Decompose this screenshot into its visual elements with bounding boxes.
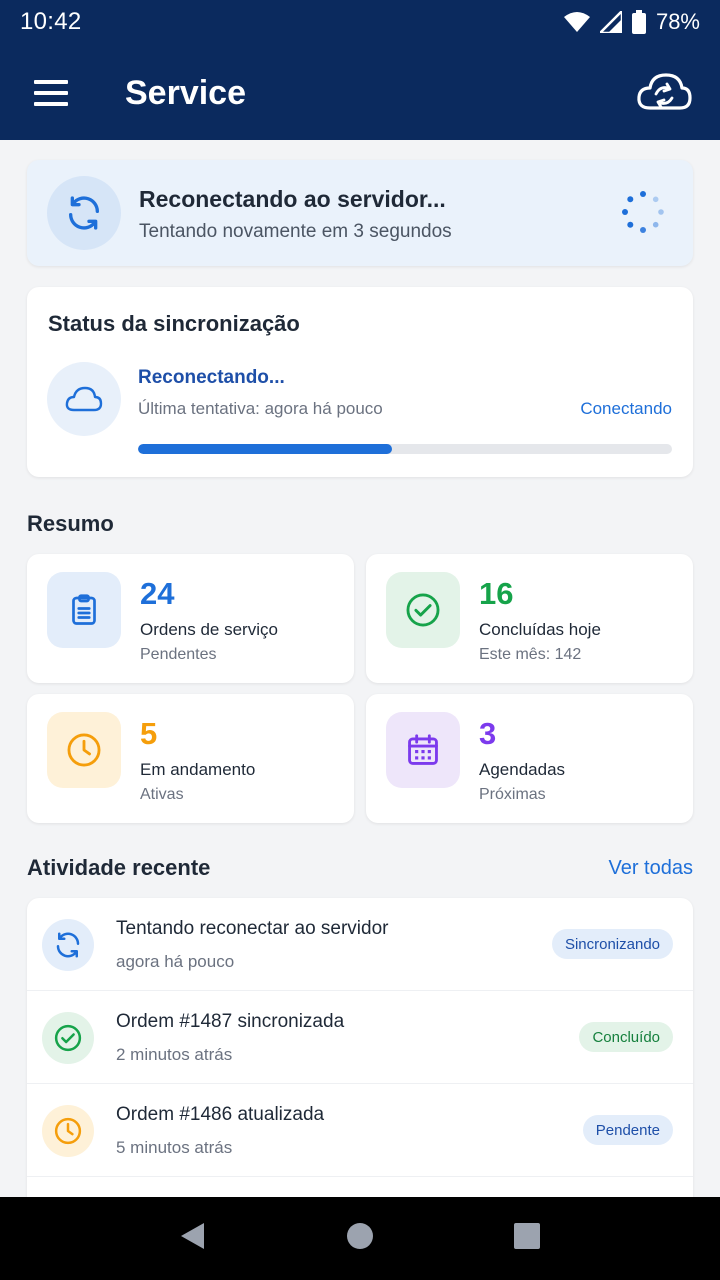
cell-signal-icon (599, 11, 622, 33)
nav-home-button[interactable] (346, 1222, 374, 1255)
app-bar: Service (0, 44, 720, 140)
see-all-link[interactable]: Ver todas (608, 857, 693, 880)
wifi-icon (563, 12, 590, 32)
page-title: Service (125, 74, 246, 112)
stat-icon-box (386, 572, 460, 648)
status-badge: Pendente (582, 1115, 673, 1145)
status-icons: 78% (563, 9, 700, 35)
battery-icon (631, 10, 646, 34)
stat-icon-box (47, 712, 121, 788)
back-triangle-icon (181, 1223, 205, 1249)
recents-square-icon (513, 1223, 540, 1249)
connection-status: Conectando (580, 399, 672, 418)
activity-time: agora há pouco (116, 952, 235, 971)
banner-title: Reconectando ao servidor... (139, 186, 446, 212)
banner-subtitle: Tentando novamente em 3 segundos (139, 221, 452, 242)
loading-spinner-icon (622, 191, 664, 233)
stat-value: 24 (140, 576, 175, 611)
stat-card-in-progress[interactable]: 5 Em andamento Ativas (27, 694, 354, 823)
stat-sub: Este mês: 142 (479, 646, 582, 663)
activity-list: Tentando reconectar ao servidor agora há… (27, 898, 693, 1197)
system-nav-bar (0, 1197, 720, 1280)
refresh-icon (69, 196, 100, 230)
stat-sub: Próximas (479, 786, 546, 803)
banner-icon-circle (47, 176, 121, 250)
stat-card-orders[interactable]: 24 Ordens de serviço Pendentes (27, 554, 354, 683)
hamburger-menu-icon (34, 80, 68, 106)
activity-icon-circle (42, 1105, 94, 1157)
stat-icon-box (47, 572, 121, 648)
clock-icon (54, 1117, 82, 1145)
activity-icon-circle (42, 919, 94, 971)
cloud-sync-button[interactable] (636, 70, 692, 114)
sync-icon-circle (47, 362, 121, 436)
stat-label: Agendadas (479, 760, 566, 779)
sync-progress-fill (138, 444, 392, 454)
stat-card-completed[interactable]: 16 Concluídas hoje Este mês: 142 (366, 554, 693, 683)
activity-title: Ordem #1486 atualizada (116, 1104, 325, 1125)
status-bar: 10:42 78% (0, 0, 720, 44)
home-circle-icon (346, 1223, 373, 1249)
stat-sub: Pendentes (140, 646, 217, 663)
summary-heading: Resumo (27, 511, 114, 536)
stat-sub: Ativas (140, 786, 184, 803)
sync-progress-bar (138, 444, 672, 454)
stat-label: Ordens de serviço (140, 620, 278, 639)
status-badge: Concluído (579, 1022, 673, 1052)
stat-value: 5 (140, 716, 158, 751)
clock-icon (67, 733, 101, 767)
cloud-icon (65, 386, 103, 412)
status-time: 10:42 (20, 8, 82, 35)
check-circle-icon (406, 593, 440, 627)
stat-label: Concluídas hoje (479, 620, 601, 639)
menu-button[interactable] (30, 76, 70, 110)
cloud-sync-icon (637, 73, 692, 110)
activity-icon-circle (42, 1012, 94, 1064)
activity-title: Ordem #1487 sincronizada (116, 1011, 345, 1032)
activity-time: 5 minutos atrás (116, 1138, 233, 1157)
activity-title: Tentando reconectar ao servidor (116, 918, 389, 939)
main-content[interactable]: Reconectando ao servidor... Tentando nov… (0, 140, 720, 1197)
activity-item[interactable]: Ordem #1486 atualizada 5 minutos atrás P… (27, 1084, 693, 1177)
sync-status-heading: Status da sincronização (48, 311, 300, 336)
nav-back-button[interactable] (179, 1221, 207, 1256)
check-circle-icon (54, 1024, 82, 1052)
sync-status-card: Status da sincronização Reconectando... … (27, 287, 693, 477)
activity-item[interactable]: Tentando reconectar ao servidor agora há… (27, 898, 693, 991)
activity-heading: Atividade recente (27, 855, 211, 880)
battery-percent: 78% (655, 9, 700, 34)
stat-label: Em andamento (140, 760, 256, 779)
clipboard-icon (72, 594, 96, 625)
sync-state: Reconectando... (138, 367, 285, 388)
last-attempt: Última tentativa: agora há pouco (138, 399, 383, 418)
activity-time: 2 minutos atrás (116, 1045, 233, 1064)
refresh-icon (56, 932, 80, 958)
nav-recents-button[interactable] (513, 1222, 541, 1255)
stat-icon-box (386, 712, 460, 788)
reconnect-banner: Reconectando ao servidor... Tentando nov… (27, 160, 693, 266)
activity-item[interactable]: Ordem #1487 sincronizada 2 minutos atrás… (27, 991, 693, 1084)
stat-value: 16 (479, 576, 514, 611)
status-badge: Sincronizando (551, 929, 673, 959)
calendar-icon (408, 734, 438, 765)
stat-card-scheduled[interactable]: 3 Agendadas Próximas (366, 694, 693, 823)
stat-value: 3 (479, 716, 497, 751)
